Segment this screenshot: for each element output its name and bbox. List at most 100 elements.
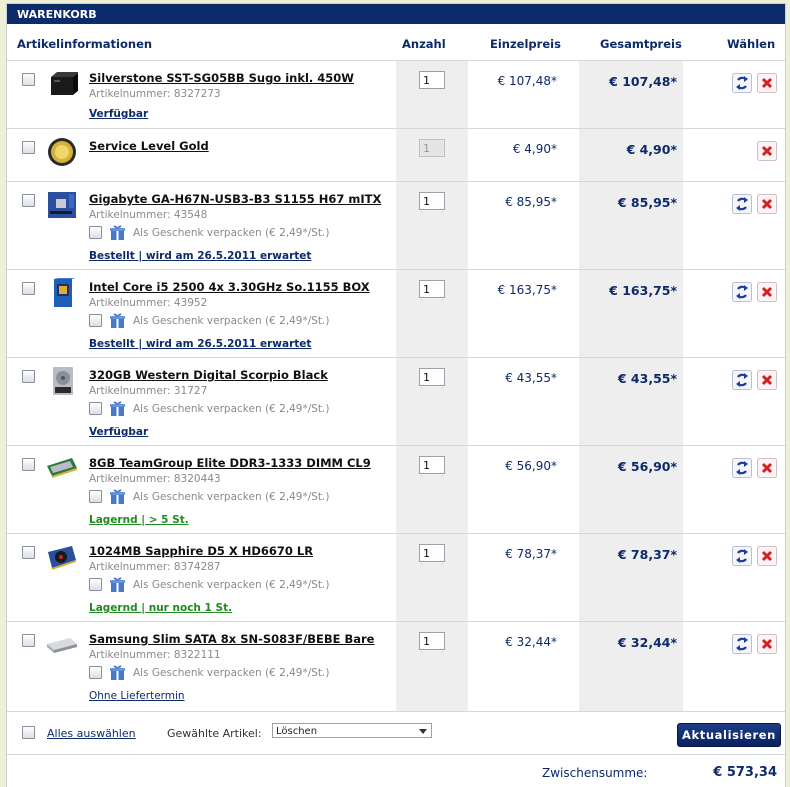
quantity-input[interactable]: 1 [419,368,445,386]
total-price: € 43,55* [617,371,677,386]
gift-wrap-checkbox[interactable] [89,578,102,591]
unit-price: € 4,90* [512,142,557,156]
total-price: € 85,95* [617,195,677,210]
row-select-checkbox[interactable] [22,634,35,647]
row-select-checkbox[interactable] [22,141,35,154]
delete-icon[interactable] [757,282,777,302]
gift-wrap-checkbox[interactable] [89,314,102,327]
unit-price: € 32,44* [505,635,557,649]
product-name-link[interactable]: 1024MB Sapphire D5 X HD6670 LR [89,544,313,558]
col-header-total-price: Gesamtpreis [600,37,682,51]
table-row: 8GB TeamGroup Elite DDR3-1333 DIMM CL9 A… [7,446,785,534]
gift-wrap-checkbox[interactable] [89,402,102,415]
refresh-icon[interactable] [732,282,752,302]
product-name-link[interactable]: Gigabyte GA-H67N-USB3-B3 S1155 H67 mITX [89,192,381,206]
gift-wrap-checkbox[interactable] [89,490,102,503]
total-price: € 107,48* [609,74,677,89]
availability-status[interactable]: Bestellt | wird am 26.5.2011 erwartet [89,338,311,350]
table-row: 1024MB Sapphire D5 X HD6670 LR Artikelnu… [7,534,785,622]
gift-wrap-label: Als Geschenk verpacken (€ 2,49*/St.) [133,667,330,679]
quantity-input[interactable]: 1 [419,544,445,562]
unit-price: € 56,90* [505,459,557,473]
product-case-image [51,72,78,95]
total-price: € 78,37* [617,547,677,562]
product-name-link[interactable]: Intel Core i5 2500 4x 3.30GHz So.1155 BO… [89,280,370,294]
select-all-link[interactable]: Alles auswählen [47,727,136,740]
table-row: Samsung Slim SATA 8x SN-S083F/BEBE Bare … [7,622,785,712]
subtotal-value: € 573,34 [713,765,777,780]
product-mainboard-image [48,192,76,218]
quantity-input[interactable]: 1 [419,456,445,474]
delete-icon[interactable] [757,458,777,478]
product-name-link[interactable]: 320GB Western Digital Scorpio Black [89,368,328,382]
gift-box-icon [110,489,125,504]
table-row: 320GB Western Digital Scorpio Black Arti… [7,358,785,446]
row-select-checkbox[interactable] [22,370,35,383]
gift-wrap-label: Als Geschenk verpacken (€ 2,49*/St.) [133,403,330,415]
product-hdd-image [53,367,73,395]
gift-box-icon [110,313,125,328]
delete-icon[interactable] [757,141,777,161]
row-select-checkbox[interactable] [22,282,35,295]
refresh-icon[interactable] [732,370,752,390]
quantity-input[interactable]: 1 [419,192,445,210]
availability-status[interactable]: Verfügbar [89,108,148,120]
table-row: Service Level Gold 1 € 4,90* € 4,90* [7,129,785,182]
refresh-icon[interactable] [732,546,752,566]
col-header-choose: Wählen [727,37,776,51]
select-all-checkbox[interactable] [22,726,35,739]
table-header: Artikelinformationen Anzahl Einzelpreis … [7,24,785,61]
row-select-checkbox[interactable] [22,194,35,207]
table-row: Gigabyte GA-H67N-USB3-B3 S1155 H67 mITX … [7,182,785,270]
gift-box-icon [110,401,125,416]
product-name-link[interactable]: Service Level Gold [89,139,209,153]
refresh-icon[interactable] [732,634,752,654]
product-name-link[interactable]: Silverstone SST-SG05BB Sugo inkl. 450W [89,71,354,85]
total-price: € 4,90* [626,142,677,157]
bulk-action-select[interactable]: Löschen [272,723,432,738]
refresh-icon[interactable] [732,194,752,214]
article-number: Artikelnummer: 8322111 [89,649,221,661]
cart-title: WARENKORB [7,4,785,24]
row-select-checkbox[interactable] [22,546,35,559]
gift-box-icon [110,225,125,240]
article-number: Artikelnummer: 8374287 [89,561,221,573]
article-number: Artikelnummer: 43548 [89,209,208,221]
gift-wrap-checkbox[interactable] [89,226,102,239]
delete-icon[interactable] [757,73,777,93]
table-row: Silverstone SST-SG05BB Sugo inkl. 450W A… [7,61,785,129]
service-gold-medal-image [48,138,76,166]
update-button[interactable]: Aktualisieren [677,723,781,747]
availability-status[interactable]: Bestellt | wird am 26.5.2011 erwartet [89,250,311,262]
availability-status[interactable]: Verfügbar [89,426,148,438]
product-name-link[interactable]: 8GB TeamGroup Elite DDR3-1333 DIMM CL9 [89,456,371,470]
product-optical-drive-image [47,638,77,653]
delete-icon[interactable] [757,370,777,390]
total-price: € 163,75* [609,283,677,298]
availability-status[interactable]: Lagernd | > 5 St. [89,514,189,526]
delete-icon[interactable] [757,194,777,214]
delete-icon[interactable] [757,546,777,566]
subtotal-label: Zwischensumme: [542,766,648,780]
availability-status[interactable]: Lagernd | nur noch 1 St. [89,602,232,614]
quantity-input[interactable]: 1 [419,71,445,89]
quantity-input[interactable]: 1 [419,632,445,650]
refresh-icon[interactable] [732,73,752,93]
unit-price: € 78,37* [505,547,557,561]
article-number: Artikelnummer: 8320443 [89,473,221,485]
unit-price: € 85,95* [505,195,557,209]
row-select-checkbox[interactable] [22,458,35,471]
gift-wrap-label: Als Geschenk verpacken (€ 2,49*/St.) [133,315,330,327]
table-row: Intel Core i5 2500 4x 3.30GHz So.1155 BO… [7,270,785,358]
delete-icon[interactable] [757,634,777,654]
product-name-link[interactable]: Samsung Slim SATA 8x SN-S083F/BEBE Bare [89,632,374,646]
refresh-icon[interactable] [732,458,752,478]
row-select-checkbox[interactable] [22,73,35,86]
gift-wrap-checkbox[interactable] [89,666,102,679]
availability-status[interactable]: Ohne Liefertermin [89,690,185,702]
unit-price: € 43,55* [505,371,557,385]
quantity-input[interactable]: 1 [419,280,445,298]
cart-panel: WARENKORB Artikelinformationen Anzahl Ei… [6,3,786,787]
total-price: € 32,44* [617,635,677,650]
col-header-info: Artikelinformationen [17,37,153,51]
